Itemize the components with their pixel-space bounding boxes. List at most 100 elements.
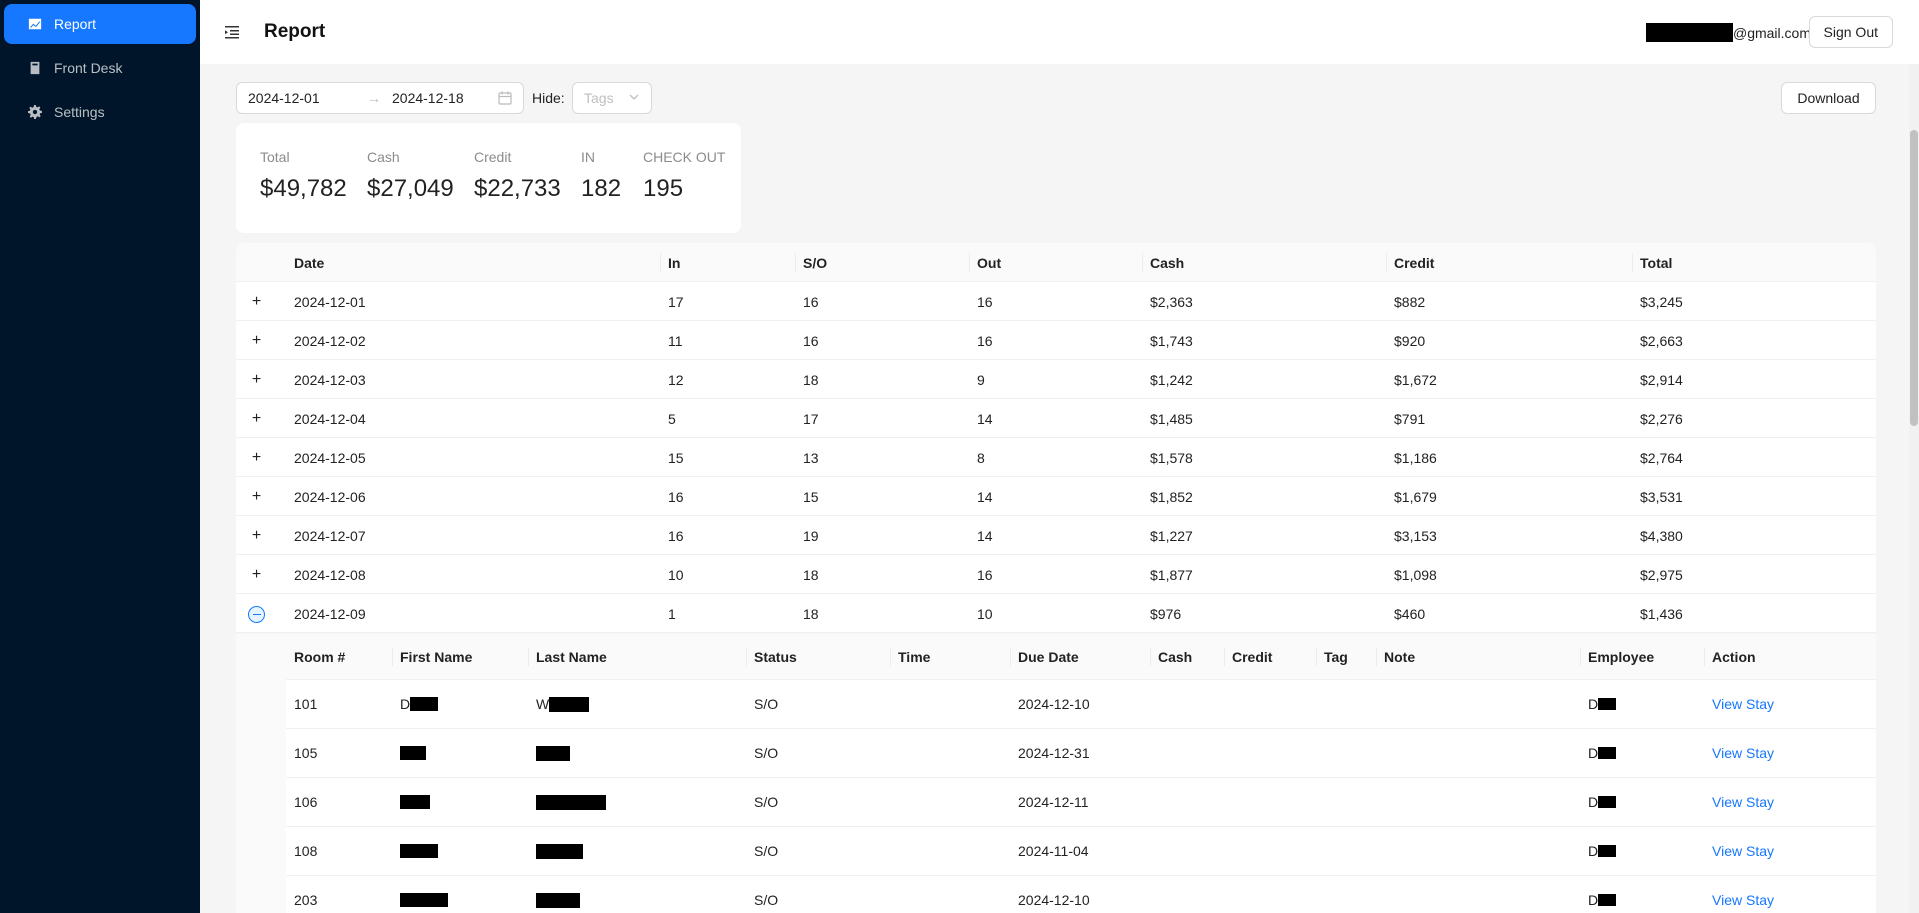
column-header-note[interactable]: Note xyxy=(1376,634,1415,679)
column-header-tag[interactable]: Tag xyxy=(1316,634,1348,679)
column-header-so[interactable]: S/O xyxy=(795,243,968,282)
stay-row: 101 D W S/O 2024-12-10 D View Stay xyxy=(286,680,1876,729)
cell-so: 16 xyxy=(803,293,819,310)
cell-credit: $920 xyxy=(1394,332,1426,349)
expand-row-button[interactable]: + xyxy=(248,527,265,544)
column-header-total[interactable]: Total xyxy=(1632,243,1876,282)
sidebar-item-settings[interactable]: Settings xyxy=(4,92,196,132)
column-header-status[interactable]: Status xyxy=(746,634,797,679)
cell-out: 14 xyxy=(977,488,993,505)
column-header-due-date[interactable]: Due Date xyxy=(1010,634,1079,679)
sidebar-item-front-desk[interactable]: Front Desk xyxy=(4,48,196,88)
page-scrollbar[interactable] xyxy=(1909,64,1919,913)
tags-select[interactable]: Tags xyxy=(572,82,652,114)
redacted-last-name xyxy=(536,745,570,761)
view-stay-link[interactable]: View Stay xyxy=(1704,680,1774,728)
expand-row-button[interactable]: + xyxy=(248,293,265,310)
cell-so: 18 xyxy=(803,371,819,388)
user-email: @gmail.com xyxy=(1645,23,1811,42)
cell-so: 19 xyxy=(803,527,819,544)
cell-total: $4,380 xyxy=(1640,527,1683,544)
column-header-employee[interactable]: Employee xyxy=(1580,634,1654,679)
column-header-cash[interactable]: Cash xyxy=(1150,634,1192,679)
redacted-first-name xyxy=(400,746,426,760)
cell-status: S/O xyxy=(754,794,779,810)
book-icon xyxy=(28,61,42,75)
cell-out: 9 xyxy=(977,371,985,388)
redacted-employee xyxy=(1598,845,1617,857)
cell-first-name xyxy=(392,729,426,777)
expand-row-button[interactable]: + xyxy=(248,488,265,505)
expand-row-button[interactable]: + xyxy=(248,410,265,427)
column-header-room[interactable]: Room # xyxy=(286,634,345,679)
view-stay-link[interactable]: View Stay xyxy=(1704,876,1774,913)
column-header-action[interactable]: Action xyxy=(1704,634,1756,679)
column-header-time[interactable]: Time xyxy=(890,634,930,679)
cell-first-name xyxy=(392,876,448,913)
stays-table-header: Room # First Name Last Name Status Time … xyxy=(286,634,1876,680)
chevron-down-icon xyxy=(628,90,640,106)
column-header-cash[interactable]: Cash xyxy=(1142,243,1385,282)
cell-cash: $2,363 xyxy=(1150,293,1193,310)
menu-fold-icon[interactable] xyxy=(224,24,240,40)
cell-last-name xyxy=(528,827,583,875)
name-prefix: W xyxy=(536,696,550,712)
stay-row: 106 S/O 2024-12-11 D View Stay xyxy=(286,778,1876,827)
stay-row: 108 S/O 2024-11-04 D View Stay xyxy=(286,827,1876,876)
view-stay-link[interactable]: View Stay xyxy=(1704,778,1774,826)
column-header-credit[interactable]: Credit xyxy=(1386,243,1631,282)
column-header-last-name[interactable]: Last Name xyxy=(528,634,607,679)
cell-credit: $1,098 xyxy=(1394,566,1437,583)
table-row: 2024-12-09 1 18 10 $976 $460 $1,436 xyxy=(236,594,1876,633)
view-stay-link[interactable]: View Stay xyxy=(1704,827,1774,875)
cell-due-date: 2024-12-10 xyxy=(1018,892,1090,908)
redacted-last-name xyxy=(536,794,606,810)
cell-date: 2024-12-08 xyxy=(294,566,366,583)
stay-row: 105 S/O 2024-12-31 D View Stay xyxy=(286,729,1876,778)
cell-employee: D xyxy=(1580,778,1617,826)
cell-date: 2024-12-02 xyxy=(294,332,366,349)
redacted-employee xyxy=(1598,894,1617,906)
expand-row-button[interactable]: + xyxy=(248,566,265,583)
date-range-picker[interactable]: 2024-12-01 → 2024-12-18 xyxy=(236,82,524,114)
sidebar-item-report[interactable]: Report xyxy=(4,4,196,44)
cell-so: 17 xyxy=(803,410,819,427)
scrollbar-thumb[interactable] xyxy=(1910,130,1918,426)
column-header-credit[interactable]: Credit xyxy=(1224,634,1272,679)
redacted-first-name xyxy=(410,697,439,711)
cell-cash: $1,578 xyxy=(1150,449,1193,466)
cell-in: 17 xyxy=(668,293,684,310)
redacted-employee xyxy=(1598,747,1617,759)
start-date-input[interactable]: 2024-12-01 xyxy=(248,90,360,106)
redacted-first-name xyxy=(400,893,448,907)
cell-date: 2024-12-07 xyxy=(294,527,366,544)
calendar-icon xyxy=(498,91,512,105)
cell-employee: D xyxy=(1580,827,1617,875)
cell-cash: $1,485 xyxy=(1150,410,1193,427)
cell-first-name: D xyxy=(392,680,439,728)
download-button[interactable]: Download xyxy=(1781,82,1876,114)
cell-total: $2,276 xyxy=(1640,410,1683,427)
column-header-in[interactable]: In xyxy=(660,243,794,282)
redacted-employee xyxy=(1598,698,1617,710)
redacted-first-name xyxy=(400,795,430,809)
sign-out-button[interactable]: Sign Out xyxy=(1808,16,1893,48)
cell-in: 1 xyxy=(668,605,676,622)
table-header: Date In S/O Out Cash Credit Total xyxy=(236,243,1876,282)
header: Report @gmail.com Sign Out xyxy=(200,0,1919,64)
expanded-row-detail: Room # First Name Last Name Status Time … xyxy=(236,634,1876,913)
cell-date: 2024-12-09 xyxy=(294,605,366,622)
cell-room: 108 xyxy=(294,843,318,859)
end-date-input[interactable]: 2024-12-18 xyxy=(388,90,496,106)
expand-row-button[interactable]: + xyxy=(248,332,265,349)
column-header-out[interactable]: Out xyxy=(969,243,1141,282)
expand-row-button[interactable]: + xyxy=(248,449,265,466)
stat-cash: Cash $27,049 xyxy=(367,149,454,202)
cell-cash: $1,852 xyxy=(1150,488,1193,505)
view-stay-link[interactable]: View Stay xyxy=(1704,729,1774,777)
collapse-row-button[interactable] xyxy=(248,606,265,623)
cell-date: 2024-12-03 xyxy=(294,371,366,388)
expand-row-button[interactable]: + xyxy=(248,371,265,388)
column-header-first-name[interactable]: First Name xyxy=(392,634,472,679)
column-header-date[interactable]: Date xyxy=(286,243,656,282)
